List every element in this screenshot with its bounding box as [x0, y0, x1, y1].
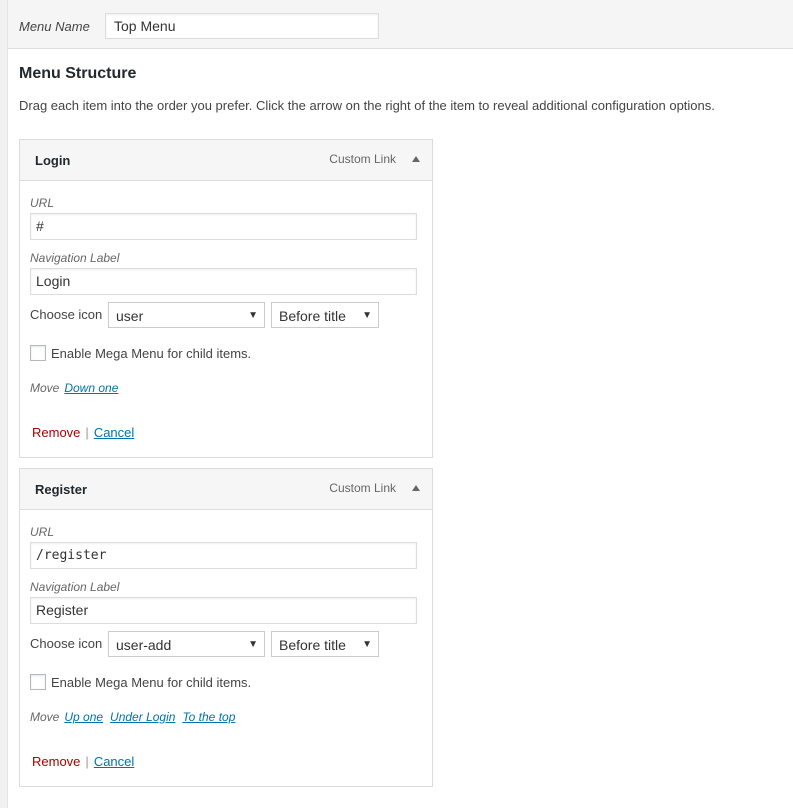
move-down-one-link[interactable]: Down one: [64, 381, 118, 395]
move-label: Move: [30, 381, 60, 395]
menu-name-label: Menu Name: [19, 19, 90, 34]
separator: |: [85, 425, 89, 440]
mega-menu-row: Enable Mega Menu for child items.: [30, 345, 251, 361]
remove-link[interactable]: Remove: [32, 754, 80, 769]
icon-position-select[interactable]: Before title ▼: [271, 302, 379, 328]
left-edge: [0, 0, 8, 808]
chevron-down-icon: ▼: [248, 639, 258, 650]
icon-position-value: Before title: [279, 308, 346, 324]
move-row: Move Down one: [30, 381, 125, 395]
move-under-login-link[interactable]: Under Login: [110, 710, 175, 724]
icon-select[interactable]: user-add ▼: [108, 631, 265, 657]
choose-icon-label: Choose icon: [30, 636, 103, 651]
choose-icon-label: Choose icon: [30, 307, 103, 322]
mega-menu-label: Enable Mega Menu for child items.: [51, 675, 252, 690]
menu-item-type: Custom Link: [329, 481, 396, 495]
menu-item-type: Custom Link: [329, 152, 396, 166]
url-label: URL: [30, 196, 55, 210]
icon-position-value: Before title: [279, 637, 346, 653]
nav-label-input[interactable]: Login: [30, 268, 417, 295]
menu-item-title: Login: [35, 153, 71, 168]
menu-structure-title: Menu Structure: [19, 65, 137, 82]
move-label: Move: [30, 710, 60, 724]
chevron-down-icon: ▼: [362, 310, 372, 321]
separator: |: [85, 754, 89, 769]
mega-menu-label: Enable Mega Menu for child items.: [51, 346, 252, 361]
menu-item-title: Register: [35, 482, 88, 497]
menu-item-register: Register Custom Link URL /register Navig…: [19, 468, 433, 787]
mega-menu-row: Enable Mega Menu for child items.: [30, 674, 251, 690]
menu-item-settings: URL /register Navigation Label Register …: [20, 510, 432, 786]
collapse-arrow-icon[interactable]: [412, 156, 420, 162]
url-label: URL: [30, 525, 55, 539]
move-row: Move Up one Under Login To the top: [30, 710, 242, 724]
icon-select[interactable]: user ▼: [108, 302, 265, 328]
chevron-down-icon: ▼: [248, 310, 258, 321]
url-input[interactable]: /register: [30, 542, 417, 569]
menu-header: Menu Name Top Menu: [8, 0, 793, 49]
url-input[interactable]: #: [30, 213, 417, 240]
move-up-one-link[interactable]: Up one: [64, 710, 103, 724]
move-to-top-link[interactable]: To the top: [182, 710, 235, 724]
mega-menu-checkbox[interactable]: [30, 674, 46, 690]
mega-menu-checkbox[interactable]: [30, 345, 46, 361]
nav-label-input[interactable]: Register: [30, 597, 417, 624]
nav-label-label: Navigation Label: [30, 251, 120, 265]
item-actions: Remove | Cancel: [32, 754, 134, 769]
menu-item-bar[interactable]: Login Custom Link: [20, 140, 432, 181]
cancel-link[interactable]: Cancel: [94, 425, 134, 440]
chevron-down-icon: ▼: [362, 639, 372, 650]
icon-select-value: user: [116, 308, 144, 324]
nav-label-label: Navigation Label: [30, 580, 120, 594]
remove-link[interactable]: Remove: [32, 425, 80, 440]
icon-position-select[interactable]: Before title ▼: [271, 631, 379, 657]
item-actions: Remove | Cancel: [32, 425, 134, 440]
icon-select-value: user-add: [116, 637, 172, 653]
collapse-arrow-icon[interactable]: [412, 485, 420, 491]
cancel-link[interactable]: Cancel: [94, 754, 134, 769]
menu-structure-description: Drag each item into the order you prefer…: [19, 98, 715, 113]
menu-name-input[interactable]: Top Menu: [105, 13, 379, 39]
menu-item-settings: URL # Navigation Label Login Choose icon…: [20, 181, 432, 457]
menu-item-login: Login Custom Link URL # Navigation Label…: [19, 139, 433, 458]
menu-item-bar[interactable]: Register Custom Link: [20, 469, 432, 510]
